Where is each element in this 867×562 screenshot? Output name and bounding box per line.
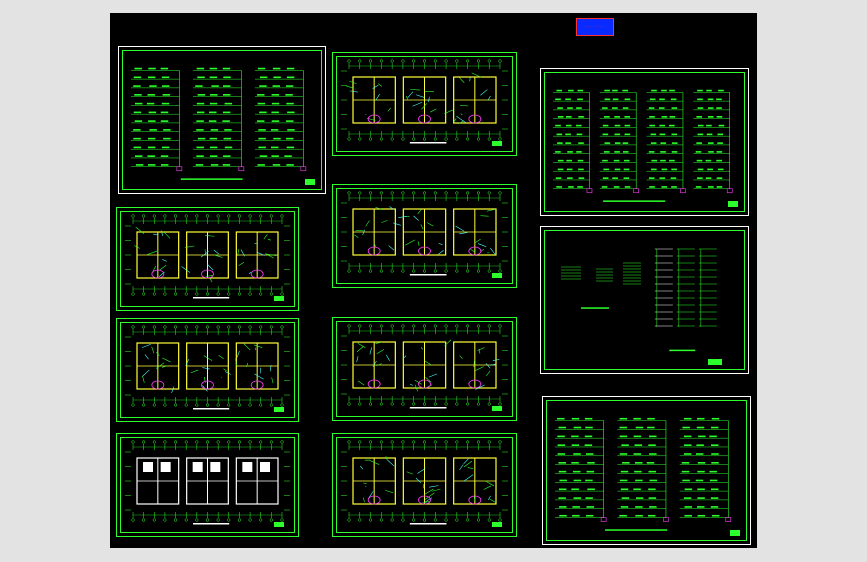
cad-drawing-viewport[interactable]: · · · · · · · · bbox=[110, 13, 757, 548]
riser-diagram-icon bbox=[553, 89, 738, 207]
sheet-floor-plan-5[interactable] bbox=[332, 184, 517, 288]
floor-plan-icon bbox=[125, 440, 290, 527]
floor-plan-icon bbox=[125, 214, 290, 301]
system-diagram-icon bbox=[561, 248, 722, 365]
drawing-title-stamp: · · · · · · · · bbox=[576, 18, 614, 36]
title-stamp-text: · · · · · · · · bbox=[585, 24, 605, 29]
riser-diagram-icon bbox=[131, 67, 315, 185]
sheet-floor-plan-1[interactable] bbox=[116, 207, 299, 311]
sheet-floor-plan-3[interactable] bbox=[116, 433, 299, 537]
floor-plan-icon bbox=[341, 191, 508, 278]
floor-plan-icon bbox=[341, 59, 508, 146]
sheet-floor-plan-2[interactable] bbox=[116, 318, 299, 422]
floor-plan-icon bbox=[341, 440, 508, 527]
sheet-floor-plan-6[interactable] bbox=[332, 317, 517, 421]
sheet-floor-plan-4[interactable] bbox=[332, 52, 517, 156]
sheet-riser-diagram-1[interactable] bbox=[118, 46, 326, 194]
sheet-riser-diagram-3[interactable] bbox=[542, 396, 751, 545]
floor-plan-icon bbox=[341, 324, 508, 411]
sheet-riser-diagram-2[interactable] bbox=[540, 68, 749, 216]
sheet-floor-plan-7[interactable] bbox=[332, 433, 517, 537]
floor-plan-icon bbox=[125, 325, 290, 412]
sheet-system-diagram[interactable] bbox=[540, 226, 749, 374]
riser-diagram-icon bbox=[555, 417, 740, 536]
